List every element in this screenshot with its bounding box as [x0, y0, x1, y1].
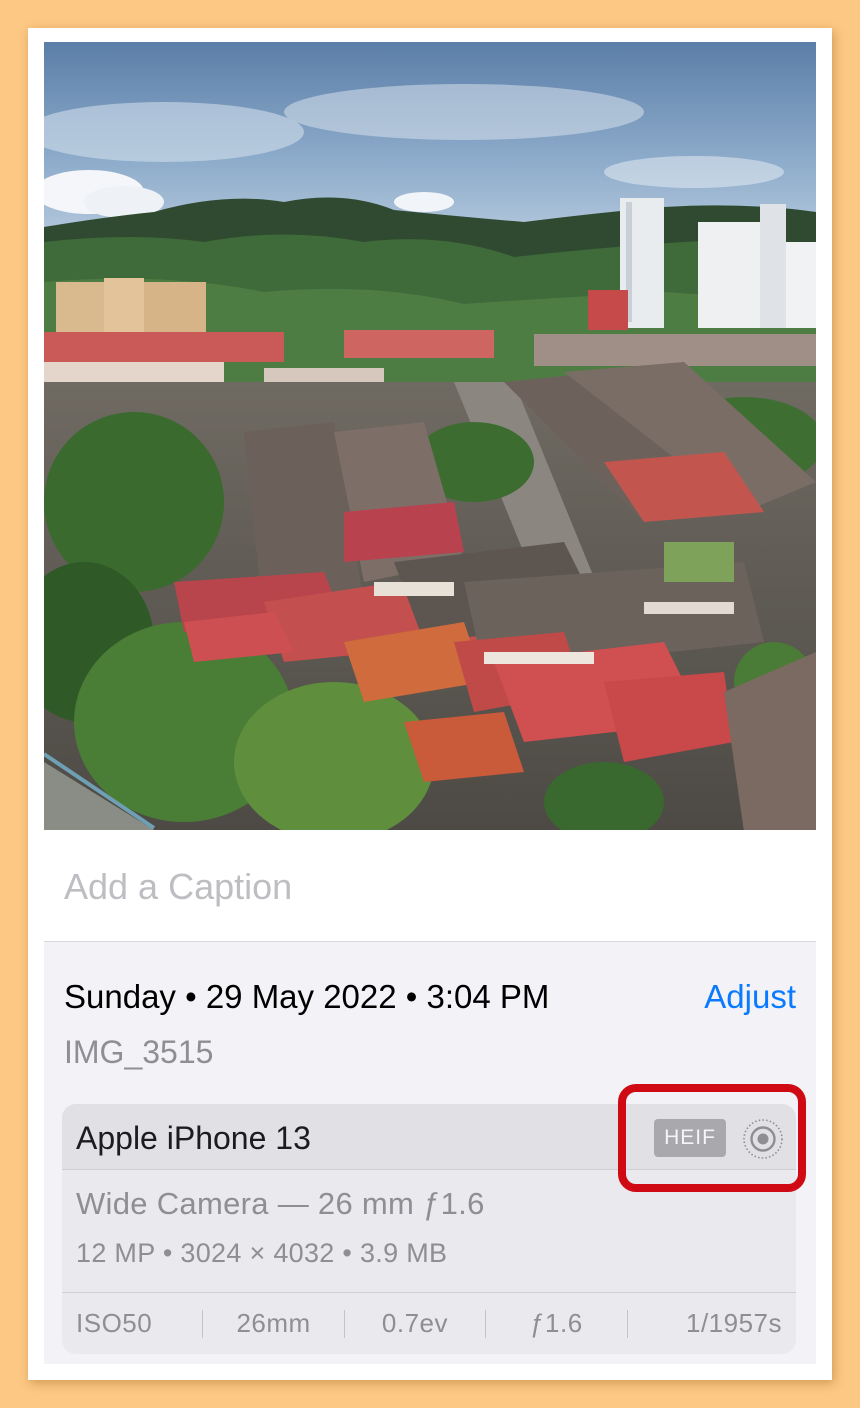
live-photo-icon: [743, 1119, 783, 1159]
screenshot-frame: Sunday • 29 May 2022 • 3:04 PM Adjust IM…: [28, 28, 832, 1380]
shutter-speed-value: 1/1957s: [685, 1308, 783, 1338]
caption-input[interactable]: [64, 866, 764, 908]
device-name: Apple iPhone 13: [76, 1120, 311, 1156]
aperture-value: ƒ1.6: [530, 1308, 583, 1338]
format-badge: HEIF: [654, 1119, 726, 1157]
filename-label: IMG_3515: [64, 1034, 214, 1070]
exif-row: ISO50 26mm 0.7ev ƒ1.6 1/1957s: [62, 1292, 796, 1354]
image-specs-label: 12 MP • 3024 × 4032 • 3.9 MB: [76, 1238, 448, 1268]
caption-area: [44, 830, 816, 942]
adjust-button[interactable]: Adjust: [704, 978, 796, 1016]
exposure-value: 0.7ev: [381, 1308, 449, 1338]
camera-lens-label: Wide Camera — 26 mm ƒ1.6: [76, 1186, 485, 1221]
device-header: Apple iPhone 13 HEIF: [62, 1104, 796, 1170]
date-time-label: Sunday • 29 May 2022 • 3:04 PM: [64, 978, 550, 1015]
focal-length-value: 26mm: [236, 1308, 311, 1338]
iso-value: ISO50: [76, 1308, 153, 1338]
photo[interactable]: [44, 42, 816, 830]
photo-info-screen: Sunday • 29 May 2022 • 3:04 PM Adjust IM…: [44, 42, 816, 1364]
device-info-card: Apple iPhone 13 HEIF Wide Camera — 26 mm…: [62, 1104, 796, 1354]
